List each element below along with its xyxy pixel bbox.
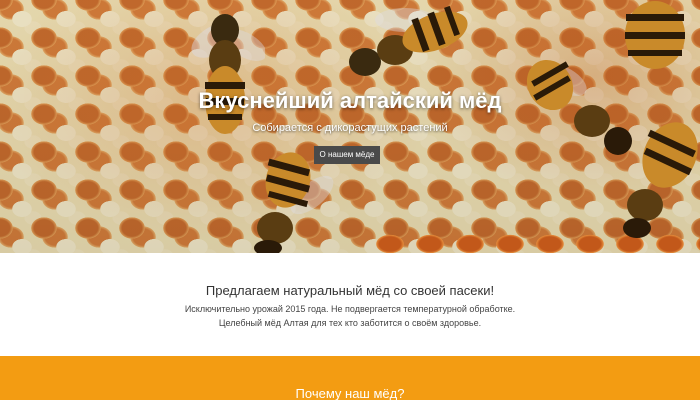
- why-our-honey-section: Почему наш мёд?: [0, 356, 700, 400]
- intro-heading: Предлагаем натуральный мёд со своей пасе…: [205, 283, 495, 298]
- bee-image: [240, 150, 350, 253]
- hero-title: Вкуснейший алтайский мёд: [198, 88, 502, 113]
- about-honey-button[interactable]: О нашем мёде: [314, 146, 380, 164]
- bee-image: [610, 0, 700, 80]
- intro-text-line: Исключительно урожай 2015 года. Не подве…: [184, 304, 516, 314]
- hero-banner: Вкуснейший алтайский мёд Собирается с ди…: [0, 0, 700, 253]
- hero-subtitle: Собирается с дикорастущих растений: [252, 122, 448, 134]
- intro-section: Предлагаем натуральный мёд со своей пасе…: [0, 253, 700, 356]
- why-heading: Почему наш мёд?: [295, 386, 405, 400]
- intro-text-line: Целебный мёд Алтая для тех кто заботится…: [218, 318, 482, 328]
- bee-image: [335, 0, 475, 90]
